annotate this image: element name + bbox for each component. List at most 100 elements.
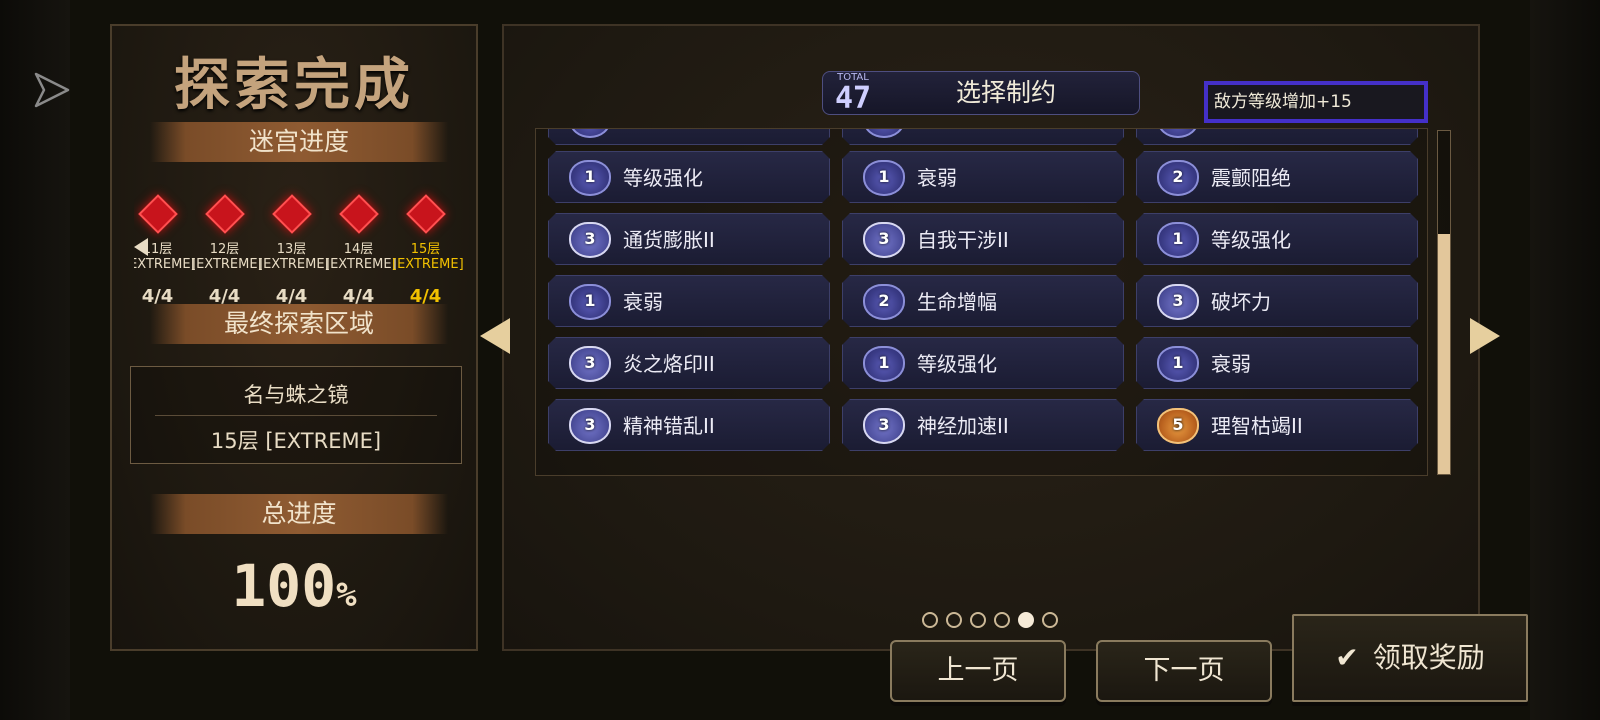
constraint-card[interactable]: 2 生命增幅 bbox=[842, 275, 1124, 327]
constraint-card[interactable]: 3 炎之烙印II bbox=[548, 337, 830, 389]
constraint-level: 3 bbox=[1172, 291, 1184, 310]
final-area-box: 名与蛛之镜 15层 [EXTREME] bbox=[130, 366, 462, 464]
constraint-name: 破坏力 bbox=[1211, 290, 1271, 314]
constraint-card-partial[interactable] bbox=[1136, 128, 1418, 145]
page-dot[interactable] bbox=[946, 612, 962, 628]
page-dot[interactable] bbox=[970, 612, 986, 628]
constraint-name: 等级强化 bbox=[623, 166, 703, 190]
constraint-card[interactable]: 3 精神错乱II bbox=[548, 399, 830, 451]
constraint-name: 理智枯竭II bbox=[1211, 414, 1303, 438]
page-dot[interactable] bbox=[922, 612, 938, 628]
constraint-grid[interactable]: 1 等级强化 1 衰弱 2 震颤阻绝 3 通货膨胀II 3 自我干涉II 1 等级强化 1 衰弱 2 生命增幅… bbox=[535, 128, 1428, 476]
floor-marker-icon bbox=[405, 194, 446, 234]
constraint-icon: 1 bbox=[1157, 222, 1199, 258]
right-frame-decoration bbox=[1530, 0, 1600, 720]
constraint-icon: 5 bbox=[1157, 408, 1199, 444]
constraint-card[interactable]: 1 等级强化 bbox=[548, 151, 830, 203]
constraint-level: 3 bbox=[584, 415, 596, 434]
constraint-name: 等级强化 bbox=[1211, 228, 1291, 252]
constraint-name: 衰弱 bbox=[1211, 352, 1251, 376]
constraint-title: 选择制约 bbox=[955, 78, 1056, 107]
constraint-name: 等级强化 bbox=[917, 352, 997, 376]
total-progress-number: 100 bbox=[231, 552, 337, 620]
constraint-card[interactable]: 1 衰弱 bbox=[842, 151, 1124, 203]
floor-difficulty: [EXTREME] bbox=[134, 257, 196, 272]
floor-name: 11层 bbox=[142, 242, 173, 257]
constraint-card[interactable]: 3 通货膨胀II bbox=[548, 213, 830, 265]
constraint-card[interactable]: 2 震颤阻绝 bbox=[1136, 151, 1418, 203]
prev-page-button[interactable]: 上一页 bbox=[890, 640, 1066, 702]
next-arrow-icon[interactable] bbox=[1470, 318, 1500, 354]
constraint-icon: 3 bbox=[569, 408, 611, 444]
constraint-level: 1 bbox=[584, 291, 596, 310]
floor-item: 12层 [EXTREME] 4/4 bbox=[191, 176, 263, 307]
constraint-icon: 3 bbox=[1157, 284, 1199, 320]
constraint-card[interactable]: 1 等级强化 bbox=[842, 337, 1124, 389]
floor-name: 14层 bbox=[343, 242, 374, 257]
page-dot[interactable] bbox=[1018, 612, 1034, 628]
constraint-icon: 3 bbox=[863, 222, 905, 258]
total-value: 47 bbox=[834, 81, 872, 116]
constraint-level: 3 bbox=[878, 415, 890, 434]
constraint-header: TOTAL 47 选择制约 bbox=[822, 71, 1140, 115]
floor-item-current: 15层 [EXTREME] 4/4 bbox=[392, 176, 464, 307]
floor-marker-icon bbox=[204, 194, 245, 234]
total-progress-value: 100% bbox=[112, 552, 476, 620]
constraint-level: 3 bbox=[584, 229, 596, 248]
constraint-icon: 2 bbox=[1157, 160, 1199, 196]
constraint-card[interactable]: 1 衰弱 bbox=[1136, 337, 1418, 389]
check-icon: ✔ bbox=[1335, 641, 1359, 674]
play-cursor-icon[interactable] bbox=[32, 70, 72, 110]
constraint-level: 1 bbox=[1172, 229, 1184, 248]
divider bbox=[155, 415, 437, 416]
constraint-card-partial[interactable] bbox=[548, 128, 830, 145]
constraint-level: 2 bbox=[1172, 167, 1184, 186]
next-page-button[interactable]: 下一页 bbox=[1096, 640, 1272, 702]
constraint-icon bbox=[863, 128, 905, 138]
constraint-card[interactable]: 1 等级强化 bbox=[1136, 213, 1418, 265]
constraint-level: 1 bbox=[1172, 353, 1184, 372]
total-badge: TOTAL 47 bbox=[833, 72, 873, 116]
claim-reward-button[interactable]: ✔ 领取奖励 bbox=[1292, 614, 1528, 702]
constraint-card[interactable]: 3 破坏力 bbox=[1136, 275, 1418, 327]
page-dot[interactable] bbox=[994, 612, 1010, 628]
final-area-banner: 最终探索区域 bbox=[150, 304, 448, 344]
floor-name: 12层 bbox=[209, 242, 240, 257]
constraint-level: 1 bbox=[878, 167, 890, 186]
constraint-icon bbox=[569, 128, 611, 138]
floor-item: 13层 [EXTREME] 4/4 bbox=[258, 176, 330, 307]
total-progress-unit: % bbox=[336, 575, 357, 615]
constraint-level: 3 bbox=[878, 229, 890, 248]
constraint-name: 精神错乱II bbox=[623, 414, 715, 438]
total-progress-banner: 总进度 bbox=[150, 494, 448, 534]
constraint-card[interactable]: 1 衰弱 bbox=[548, 275, 830, 327]
constraint-icon: 1 bbox=[863, 160, 905, 196]
prev-arrow-icon[interactable] bbox=[480, 318, 510, 354]
constraint-icon: 3 bbox=[569, 346, 611, 382]
constraint-card[interactable]: 3 神经加速II bbox=[842, 399, 1124, 451]
page-title: 探索完成 bbox=[174, 53, 414, 118]
maze-progress-banner: 迷宫进度 bbox=[150, 122, 448, 162]
constraint-card[interactable]: 5 理智枯竭II bbox=[1136, 399, 1418, 451]
constraint-card-partial[interactable] bbox=[842, 128, 1124, 145]
scrollbar[interactable] bbox=[1437, 130, 1451, 475]
floor-progress-list[interactable]: 11层 [EXTREME] 4/4 12层 [EXTREME] 4/4 13层 … bbox=[134, 176, 464, 316]
constraint-card[interactable]: 3 自我干涉II bbox=[842, 213, 1124, 265]
final-area-level: 15层 [EXTREME] bbox=[210, 429, 382, 453]
constraint-level: 3 bbox=[584, 353, 596, 372]
scrollbar-thumb[interactable] bbox=[1438, 234, 1450, 474]
page-dot[interactable] bbox=[1042, 612, 1058, 628]
constraint-name: 炎之烙印II bbox=[623, 352, 715, 376]
constraint-name: 衰弱 bbox=[623, 290, 663, 314]
floor-name: 15层 bbox=[410, 242, 441, 257]
floor-item: 11层 [EXTREME] 4/4 bbox=[134, 176, 196, 307]
constraint-name: 自我干涉II bbox=[917, 228, 1009, 252]
floor-difficulty: [EXTREME] bbox=[392, 257, 464, 272]
floor-marker-icon bbox=[137, 194, 178, 234]
constraint-level: 5 bbox=[1172, 415, 1184, 434]
floor-item: 14层 [EXTREME] 4/4 bbox=[325, 176, 397, 307]
constraint-icon: 1 bbox=[863, 346, 905, 382]
floor-difficulty: [EXTREME] bbox=[258, 257, 330, 272]
constraint-icon: 3 bbox=[863, 408, 905, 444]
constraint-name: 通货膨胀II bbox=[623, 228, 715, 252]
